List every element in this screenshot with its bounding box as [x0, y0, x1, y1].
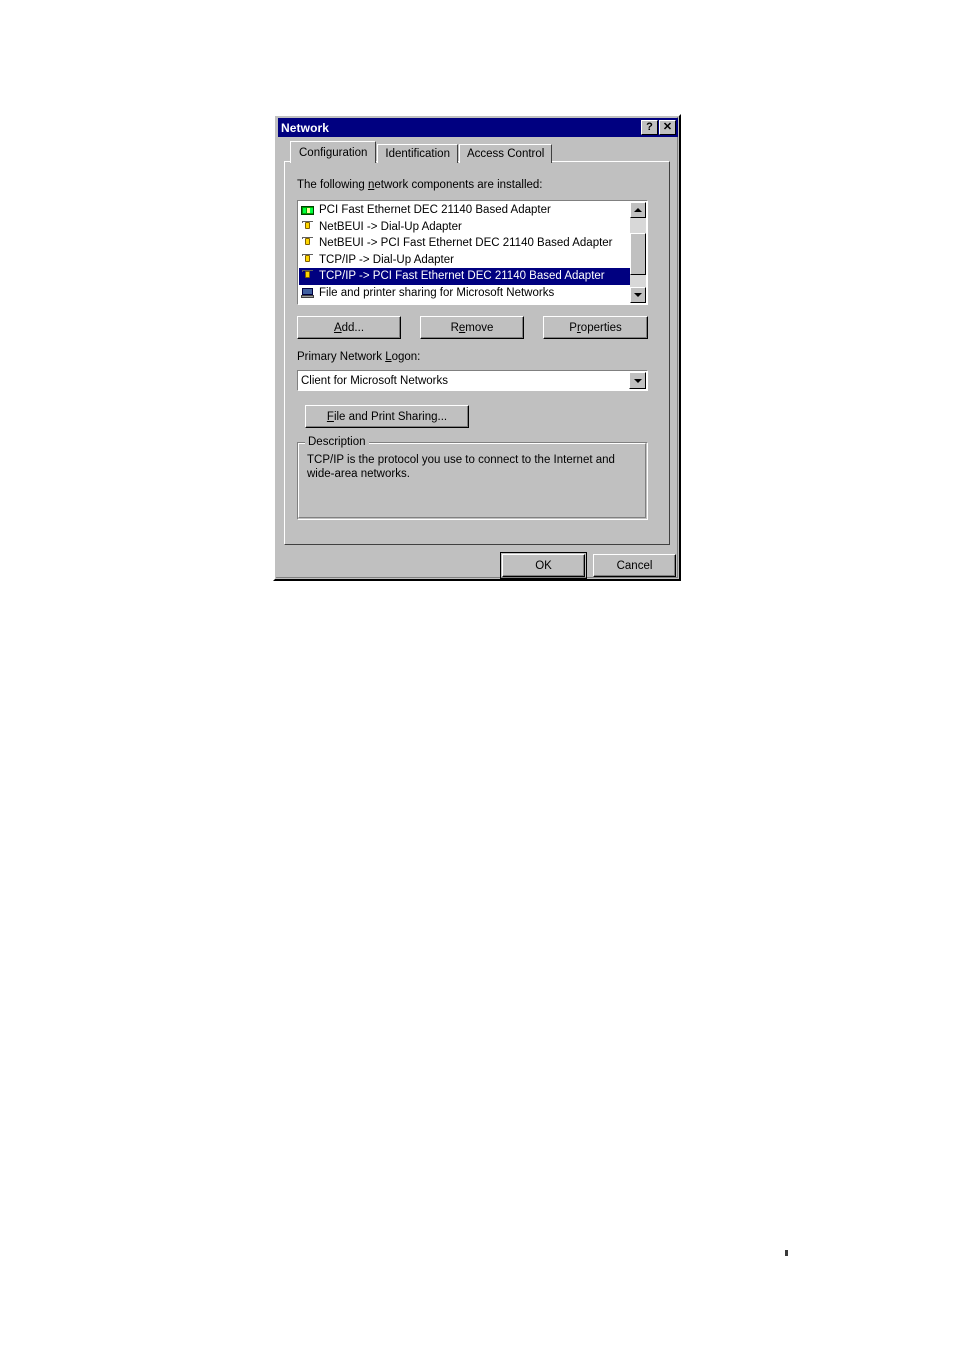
- listbox-scrollbar[interactable]: [630, 202, 646, 303]
- list-item[interactable]: File and printer sharing for Microsoft N…: [299, 285, 630, 302]
- network-components-list: PCI Fast Ethernet DEC 21140 Based Adapte…: [299, 202, 630, 303]
- add-label-mnemonic: A: [333, 321, 342, 334]
- primary-logon-combobox[interactable]: Client for Microsoft Networks: [297, 370, 648, 391]
- fps-label-post: ile and Print Sharing...: [333, 410, 448, 423]
- properties-button[interactable]: Properties: [543, 316, 648, 339]
- tab-configuration-label: Configuration: [299, 146, 368, 159]
- properties-label-pre: P: [569, 321, 577, 334]
- title-bar[interactable]: Network ? ✕: [278, 118, 678, 137]
- list-item-label: NetBEUI -> PCI Fast Ethernet DEC 21140 B…: [319, 237, 613, 250]
- remove-label-pre: R: [450, 321, 459, 334]
- list-item[interactable]: NetBEUI -> PCI Fast Ethernet DEC 21140 B…: [299, 235, 630, 252]
- network-components-listbox[interactable]: PCI Fast Ethernet DEC 21140 Based Adapte…: [297, 200, 648, 305]
- file-and-print-sharing-label: File and Print Sharing...: [327, 411, 447, 423]
- description-text: TCP/IP is the protocol you use to connec…: [307, 454, 615, 480]
- remove-button[interactable]: Remove: [420, 316, 524, 339]
- primary-logon-label: Primary Network Logon:: [297, 351, 420, 363]
- chevron-up-icon: [634, 208, 642, 212]
- scroll-down-button[interactable]: [630, 287, 646, 303]
- list-item-label: File and printer sharing for Microsoft N…: [319, 286, 555, 299]
- description-groupbox: Description TCP/IP is the protocol you u…: [297, 436, 648, 520]
- tab-identification[interactable]: Identification: [377, 144, 458, 163]
- help-icon[interactable]: ?: [641, 120, 658, 135]
- add-button-label: Add...: [334, 322, 364, 334]
- add-label-post: dd...: [341, 321, 365, 334]
- list-item-label: NetBEUI -> Dial-Up Adapter: [319, 220, 462, 233]
- scrollbar-thumb[interactable]: [630, 233, 646, 275]
- title-bar-buttons: ? ✕: [641, 120, 678, 135]
- network-adapter-icon: [300, 203, 316, 217]
- list-item-label: TCP/IP -> PCI Fast Ethernet DEC 21140 Ba…: [319, 270, 605, 283]
- protocol-icon: [300, 269, 316, 283]
- cancel-button-label: Cancel: [616, 559, 653, 572]
- primary-logon-label-pre: Primary Network: [297, 351, 386, 363]
- tab-strip: Configuration Identification Access Cont…: [290, 141, 553, 163]
- cancel-button[interactable]: Cancel: [593, 554, 676, 577]
- list-item-label: TCP/IP -> Dial-Up Adapter: [319, 253, 454, 266]
- add-button[interactable]: Add...: [297, 316, 401, 339]
- list-item[interactable]: TCP/IP -> Dial-Up Adapter: [299, 252, 630, 269]
- dialog-inner-frame: Network ? ✕ Configuration Identification…: [276, 117, 678, 579]
- service-icon: [300, 286, 316, 300]
- description-groupbox-title: Description: [305, 436, 369, 448]
- fps-label-mnemonic: F: [326, 410, 334, 423]
- remove-button-label: Remove: [451, 322, 494, 334]
- ok-button-label: OK: [535, 559, 552, 572]
- scroll-up-button[interactable]: [630, 202, 646, 218]
- protocol-icon: [300, 220, 316, 234]
- components-list-label-post: etwork components are installed:: [374, 179, 543, 191]
- ok-button[interactable]: OK: [500, 552, 587, 579]
- protocol-icon: [300, 236, 316, 250]
- list-item[interactable]: NetBEUI -> Dial-Up Adapter: [299, 219, 630, 236]
- chevron-down-icon: [634, 293, 642, 297]
- close-icon[interactable]: ✕: [659, 120, 676, 135]
- scrollbar-track[interactable]: [630, 218, 646, 287]
- window-title: Network: [281, 120, 330, 135]
- protocol-icon: [300, 253, 316, 267]
- tab-configuration[interactable]: Configuration: [290, 141, 377, 163]
- list-item-selected[interactable]: TCP/IP -> PCI Fast Ethernet DEC 21140 Ba…: [299, 268, 630, 285]
- primary-logon-label-post: ogon:: [391, 351, 421, 363]
- properties-label-post: operties: [580, 321, 622, 334]
- components-list-label: The following network components are ins…: [297, 179, 543, 191]
- file-and-print-sharing-button[interactable]: File and Print Sharing...: [305, 405, 469, 428]
- primary-logon-value: Client for Microsoft Networks: [301, 374, 448, 387]
- combobox-dropdown-button[interactable]: [629, 372, 646, 389]
- tab-access-control[interactable]: Access Control: [458, 144, 553, 163]
- list-item[interactable]: PCI Fast Ethernet DEC 21140 Based Adapte…: [299, 202, 630, 219]
- remove-label-post: move: [465, 321, 494, 334]
- chevron-down-icon: [633, 378, 642, 383]
- components-list-label-pre: The following: [297, 179, 368, 191]
- properties-button-label: Properties: [569, 322, 621, 334]
- network-dialog: Network ? ✕ Configuration Identification…: [273, 114, 681, 581]
- list-item-label: PCI Fast Ethernet DEC 21140 Based Adapte…: [319, 204, 551, 217]
- page-artifact-mark: [785, 1250, 788, 1256]
- tab-identification-label: Identification: [385, 148, 450, 160]
- tab-access-control-label: Access Control: [466, 148, 545, 160]
